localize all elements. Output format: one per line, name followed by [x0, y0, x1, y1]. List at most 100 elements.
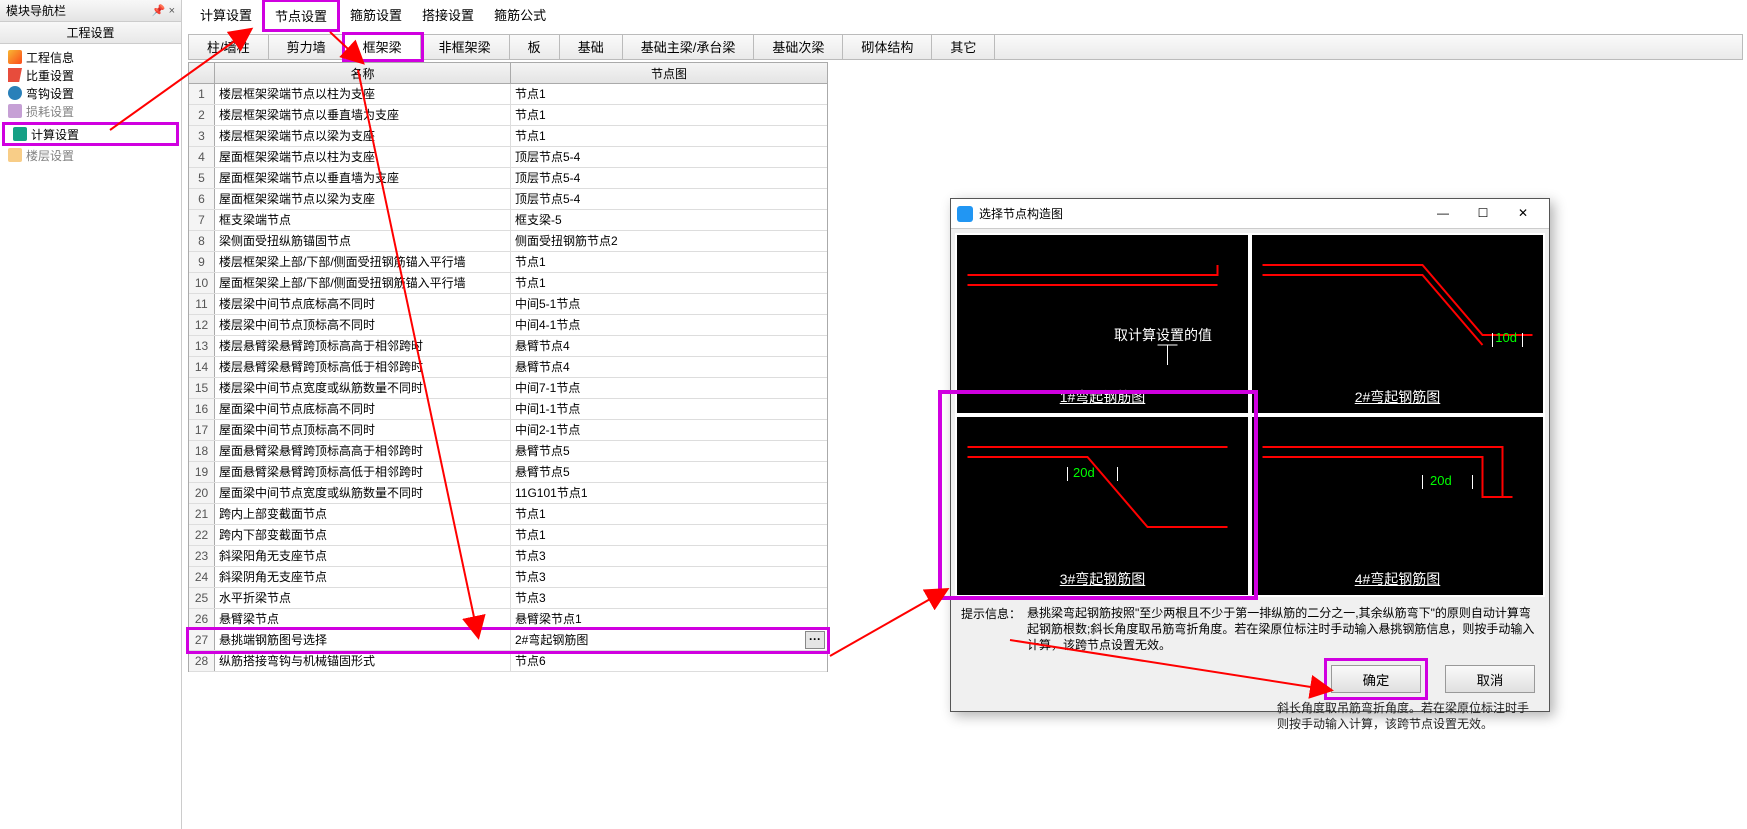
- row-graph[interactable]: 顶层节点5-4: [511, 189, 827, 209]
- table-row[interactable]: 9楼层框架梁上部/下部/侧面受扭钢筋锚入平行墙节点1: [189, 252, 827, 273]
- dialog-titlebar[interactable]: 选择节点构造图 — ☐ ✕: [951, 199, 1549, 229]
- row-graph[interactable]: 节点1: [511, 504, 827, 524]
- table-row[interactable]: 2楼层框架梁端节点以垂直墙为支座节点1: [189, 105, 827, 126]
- row-graph[interactable]: 顶层节点5-4: [511, 147, 827, 167]
- row-graph[interactable]: 节点1: [511, 252, 827, 272]
- subtab-nonframe-beam[interactable]: 非框架梁: [421, 35, 510, 59]
- pin-icon[interactable]: 📌: [152, 5, 166, 17]
- tab-stirrup[interactable]: 箍筋设置: [340, 1, 412, 30]
- row-graph[interactable]: 中间2-1节点: [511, 420, 827, 440]
- table-row[interactable]: 16屋面梁中间节点底标高不同时中间1-1节点: [189, 399, 827, 420]
- subtab-other[interactable]: 其它: [932, 35, 995, 59]
- ok-button[interactable]: 确定: [1331, 665, 1421, 693]
- row-graph[interactable]: 节点6: [511, 651, 827, 671]
- subtab-main-beam[interactable]: 基础主梁/承台梁: [623, 35, 755, 59]
- table-row[interactable]: 27悬挑端钢筋图号选择2#弯起钢筋图···: [189, 630, 827, 651]
- table-row[interactable]: 8梁侧面受扭纵筋锚固节点侧面受扭钢筋节点2: [189, 231, 827, 252]
- table-row[interactable]: 3楼层框架梁端节点以梁为支座节点1: [189, 126, 827, 147]
- table-row[interactable]: 21跨内上部变截面节点节点1: [189, 504, 827, 525]
- table-row[interactable]: 4屋面框架梁端节点以柱为支座顶层节点5-4: [189, 147, 827, 168]
- row-graph[interactable]: 中间7-1节点: [511, 378, 827, 398]
- col-name: 名称: [215, 63, 511, 83]
- row-graph[interactable]: 侧面受扭钢筋节点2: [511, 231, 827, 251]
- row-graph[interactable]: 11G101节点1: [511, 483, 827, 503]
- nav-tree: 工程信息 比重设置 弯钩设置 损耗设置 计算设置 楼层设置: [0, 44, 181, 168]
- row-name: 屋面悬臂梁悬臂跨顶标高高于相邻跨时: [215, 441, 511, 461]
- subtab-foundation[interactable]: 基础: [560, 35, 623, 59]
- row-graph[interactable]: 悬臂节点4: [511, 357, 827, 377]
- table-row[interactable]: 18屋面悬臂梁悬臂跨顶标高高于相邻跨时悬臂节点5: [189, 441, 827, 462]
- row-graph[interactable]: 节点1: [511, 84, 827, 104]
- table-row[interactable]: 7框支梁端节点框支梁-5: [189, 210, 827, 231]
- table-row[interactable]: 10屋面框架梁上部/下部/侧面受扭钢筋锚入平行墙节点1: [189, 273, 827, 294]
- table-row[interactable]: 22跨内下部变截面节点节点1: [189, 525, 827, 546]
- row-name: 屋面框架梁端节点以梁为支座: [215, 189, 511, 209]
- row-name: 屋面梁中间节点底标高不同时: [215, 399, 511, 419]
- diagram-option-1[interactable]: 取计算设置的值 1#弯起钢筋图: [957, 235, 1248, 413]
- row-graph[interactable]: 悬臂梁节点1: [511, 609, 827, 629]
- row-number: 17: [189, 420, 215, 440]
- nav-item-floor[interactable]: 楼层设置: [2, 146, 179, 164]
- table-row[interactable]: 26悬臂梁节点悬臂梁节点1: [189, 609, 827, 630]
- row-graph[interactable]: 悬臂节点5: [511, 441, 827, 461]
- table-row[interactable]: 24斜梁阴角无支座节点节点3: [189, 567, 827, 588]
- row-graph[interactable]: 中间5-1节点: [511, 294, 827, 314]
- cancel-button[interactable]: 取消: [1445, 665, 1535, 693]
- table-row[interactable]: 5屋面框架梁端节点以垂直墙为支座顶层节点5-4: [189, 168, 827, 189]
- maximize-button[interactable]: ☐: [1463, 202, 1503, 226]
- subtab-masonry[interactable]: 砌体结构: [843, 35, 932, 59]
- table-row[interactable]: 20屋面梁中间节点宽度或纵筋数量不同时11G101节点1: [189, 483, 827, 504]
- row-graph[interactable]: 节点1: [511, 126, 827, 146]
- browse-button[interactable]: ···: [805, 631, 825, 649]
- subtab-column[interactable]: 柱/墙柱: [189, 35, 269, 59]
- row-graph[interactable]: 节点3: [511, 588, 827, 608]
- row-name: 屋面框架梁上部/下部/侧面受扭钢筋锚入平行墙: [215, 273, 511, 293]
- row-graph[interactable]: 节点1: [511, 273, 827, 293]
- table-row[interactable]: 13楼层悬臂梁悬臂跨顶标高高于相邻跨时悬臂节点4: [189, 336, 827, 357]
- table-row[interactable]: 15楼层梁中间节点宽度或纵筋数量不同时中间7-1节点: [189, 378, 827, 399]
- row-graph[interactable]: 框支梁-5: [511, 210, 827, 230]
- diagram-option-2[interactable]: 10d 2#弯起钢筋图: [1252, 235, 1543, 413]
- floor-icon: [8, 148, 22, 162]
- row-graph[interactable]: 节点1: [511, 525, 827, 545]
- tab-stirrup-formula[interactable]: 箍筋公式: [484, 1, 556, 30]
- row-graph[interactable]: 中间4-1节点: [511, 315, 827, 335]
- row-graph[interactable]: 节点3: [511, 546, 827, 566]
- table-row[interactable]: 25水平折梁节点节点3: [189, 588, 827, 609]
- nav-item-calc-settings[interactable]: 计算设置: [7, 125, 174, 143]
- row-graph[interactable]: 中间1-1节点: [511, 399, 827, 419]
- row-graph[interactable]: 节点3: [511, 567, 827, 587]
- row-graph[interactable]: 悬臂节点5: [511, 462, 827, 482]
- row-graph[interactable]: 节点1: [511, 105, 827, 125]
- tab-calc[interactable]: 计算设置: [190, 1, 262, 30]
- nav-item-hook[interactable]: 弯钩设置: [2, 84, 179, 102]
- subtab-shearwall[interactable]: 剪力墙: [269, 35, 345, 59]
- row-number: 3: [189, 126, 215, 146]
- row-graph[interactable]: 悬臂节点4: [511, 336, 827, 356]
- table-row[interactable]: 23斜梁阳角无支座节点节点3: [189, 546, 827, 567]
- row-graph[interactable]: 顶层节点5-4: [511, 168, 827, 188]
- tab-node-settings[interactable]: 节点设置: [262, 0, 340, 32]
- table-row[interactable]: 6屋面框架梁端节点以梁为支座顶层节点5-4: [189, 189, 827, 210]
- row-graph[interactable]: 2#弯起钢筋图···: [511, 630, 827, 650]
- nav-item-weight[interactable]: 比重设置: [2, 66, 179, 84]
- table-row[interactable]: 11楼层梁中间节点底标高不同时中间5-1节点: [189, 294, 827, 315]
- table-row[interactable]: 12楼层梁中间节点顶标高不同时中间4-1节点: [189, 315, 827, 336]
- table-row[interactable]: 14楼层悬臂梁悬臂跨顶标高低于相邻跨时悬臂节点4: [189, 357, 827, 378]
- close-button[interactable]: ✕: [1503, 202, 1543, 226]
- subtab-frame-beam[interactable]: 框架梁: [345, 35, 421, 59]
- table-row[interactable]: 28纵筋搭接弯钩与机械锚固形式节点6: [189, 651, 827, 672]
- table-row[interactable]: 19屋面悬臂梁悬臂跨顶标高低于相邻跨时悬臂节点5: [189, 462, 827, 483]
- tab-lap[interactable]: 搭接设置: [412, 1, 484, 30]
- nav-item-loss[interactable]: 损耗设置: [2, 102, 179, 120]
- subtab-slab[interactable]: 板: [510, 35, 560, 59]
- edge-hint-text: 斜长角度取吊筋弯折角度。若在梁原位标注时手 则按手动输入计算，该跨节点设置无效。: [1277, 700, 1747, 732]
- diagram-option-4[interactable]: 20d 4#弯起钢筋图: [1252, 417, 1543, 595]
- minimize-button[interactable]: —: [1423, 202, 1463, 226]
- nav-item-project-info[interactable]: 工程信息: [2, 48, 179, 66]
- nav-close-icon[interactable]: ×: [169, 5, 175, 17]
- subtab-secondary-beam[interactable]: 基础次梁: [754, 35, 843, 59]
- table-row[interactable]: 1楼层框架梁端节点以柱为支座节点1: [189, 84, 827, 105]
- app-icon: [957, 206, 973, 222]
- table-row[interactable]: 17屋面梁中间节点顶标高不同时中间2-1节点: [189, 420, 827, 441]
